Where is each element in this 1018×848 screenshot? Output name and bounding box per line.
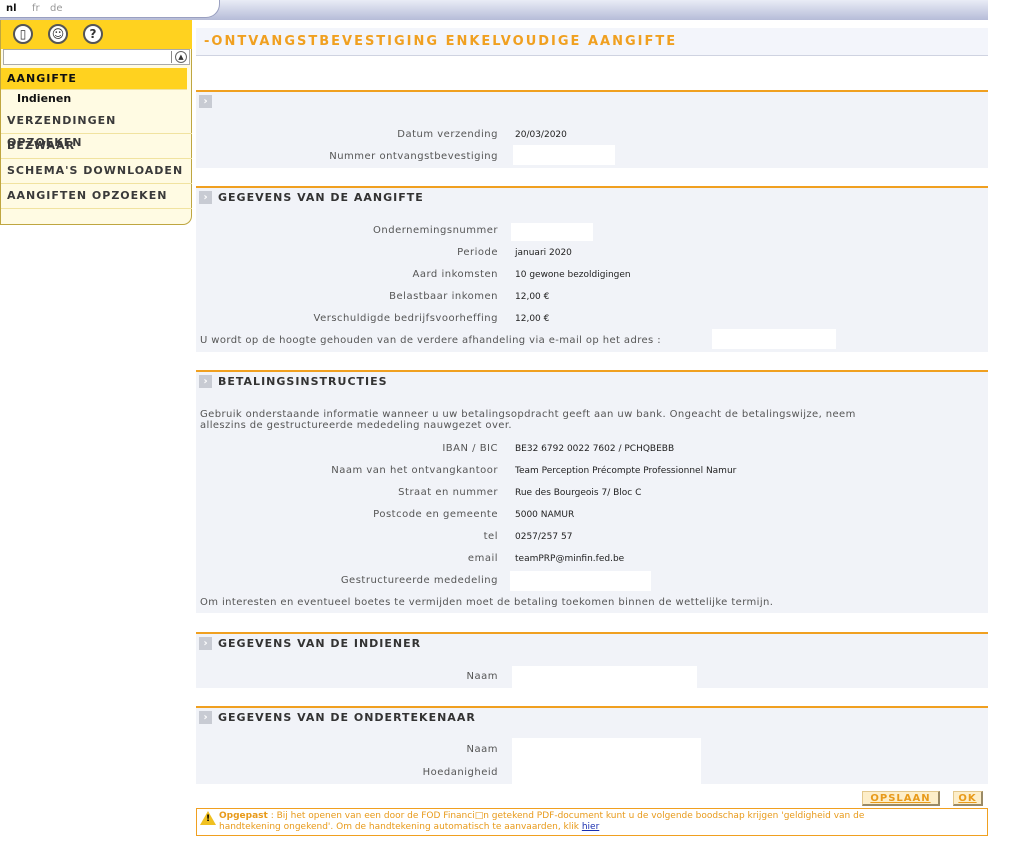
warning-line2: handtekening ongekend'. Om de handtekeni…: [219, 822, 864, 833]
postcode-gemeente-label: Postcode en gemeente: [373, 509, 498, 520]
ondertekenaar-hoedanigheid-label: Hoedanigheid: [422, 767, 498, 778]
belastbaar-inkomen-label: Belastbaar inkomen: [389, 291, 498, 302]
email-value: teamPRP@minfin.fed.be: [515, 554, 625, 564]
page-title-bar: -ONTVANGSTBEVESTIGING ENKELVOUDIGE AANGI…: [196, 28, 988, 56]
sidebar: ▯ ☺ ? ▲ AANGIFTE Indienen VERZENDINGEN O…: [0, 20, 192, 225]
section-title-aangifte: GEGEVENS VAN DE AANGIFTE: [218, 191, 424, 204]
ontvangkantoor-label: Naam van het ontvangkantoor: [331, 465, 498, 476]
ondertekenaar-naam-label: Naam: [466, 744, 498, 755]
section-arrow-icon[interactable]: ›: [199, 191, 212, 204]
warning-link-hier[interactable]: hier: [582, 822, 599, 832]
belastbaar-inkomen-value: 12,00 €: [515, 292, 550, 302]
warning-text1: : Bij het openen van een door de FOD Fin…: [267, 811, 865, 821]
aard-inkomsten-value: 10 gewone bezoldigingen: [515, 270, 631, 280]
datum-verzending-label: Datum verzending: [397, 129, 498, 140]
sidebar-item-verzendingen-opzoeken[interactable]: VERZENDINGEN OPZOEKEN: [1, 110, 192, 149]
language-selector: nl fr de: [0, 0, 220, 18]
section-arrow-icon[interactable]: ›: [199, 711, 212, 724]
email-label: email: [467, 553, 498, 564]
section-title-betalingsinstructies: BETALINGSINSTRUCTIES: [218, 375, 388, 388]
ondernemingsnummer-label: Ondernemingsnummer: [373, 225, 498, 236]
sidebar-item-indienen[interactable]: Indienen: [17, 92, 71, 105]
warning-line1: Opgepast : Bij het openen van een door d…: [219, 811, 864, 822]
betaling-termijn-note: Om interesten en eventueel boetes te ver…: [200, 597, 774, 608]
collapse-up-icon[interactable]: ▲: [175, 51, 187, 63]
sidebar-item-aangiften-opzoeken[interactable]: AANGIFTEN OPZOEKEN: [1, 185, 192, 209]
sidebar-item-bezwaar[interactable]: BEZWAAR: [1, 135, 192, 159]
indiener-naam-value: [512, 666, 697, 688]
warning-box: ! Opgepast : Bij het openen van een door…: [196, 808, 988, 836]
sidebar-search-field[interactable]: ▲: [3, 49, 190, 65]
logout-door-icon[interactable]: ▯: [13, 24, 33, 44]
language-nl[interactable]: nl: [6, 3, 17, 14]
email-address-value: [712, 329, 836, 349]
betaling-intro-line2: alleszins de gestructureerde mededeling …: [200, 420, 512, 431]
gestructureerde-mededeling-value: [510, 571, 651, 591]
tel-label: tel: [483, 531, 498, 542]
save-button[interactable]: OPSLAAN: [862, 791, 940, 806]
iban-bic-value: BE32 6792 0022 7602 / PCHQBEBB: [515, 444, 675, 454]
section-title-ondertekenaar: GEGEVENS VAN DE ONDERTEKENAAR: [218, 711, 476, 724]
tel-value: 0257/257 57: [515, 532, 573, 542]
sidebar-item-aangifte[interactable]: AANGIFTE: [1, 68, 187, 90]
warning-bold: Opgepast: [219, 811, 268, 821]
nummer-ontvangstbevestiging-label: Nummer ontvangstbevestiging: [329, 151, 498, 162]
help-icon[interactable]: ?: [83, 24, 103, 44]
betaling-intro-line1: Gebruik onderstaande informatie wanneer …: [200, 409, 856, 420]
datum-verzending-value: 20/03/2020: [515, 130, 567, 140]
sidebar-icon-bar: ▯ ☺ ?: [1, 20, 192, 49]
email-notification-text: U wordt op de hoogte gehouden van de ver…: [200, 335, 662, 346]
section-arrow-icon[interactable]: ›: [199, 637, 212, 650]
periode-label: Periode: [457, 247, 498, 258]
user-profile-icon[interactable]: ☺: [48, 24, 68, 44]
search-divider: [171, 51, 172, 63]
section-title-indiener: GEGEVENS VAN DE INDIENER: [218, 637, 422, 650]
gestructureerde-mededeling-label: Gestructureerde mededeling: [340, 575, 498, 586]
section-arrow-icon[interactable]: ›: [199, 375, 212, 388]
nummer-ontvangstbevestiging-value: [513, 145, 615, 165]
language-de[interactable]: de: [50, 3, 63, 14]
language-fr[interactable]: fr: [32, 3, 40, 14]
top-bar: nl fr de: [0, 0, 988, 20]
periode-value: januari 2020: [515, 248, 572, 258]
straat-nummer-value: Rue des Bourgeois 7/ Bloc C: [515, 488, 642, 498]
postcode-gemeente-value: 5000 NAMUR: [515, 510, 575, 520]
warning-text2: handtekening ongekend'. Om de handtekeni…: [219, 822, 582, 832]
verschuldigde-bedrijfsvoorheffing-value: 12,00 €: [515, 314, 550, 324]
ontvangkantoor-value: Team Perception Précompte Professionnel …: [515, 466, 737, 476]
ondertekenaar-fields-value: [512, 738, 701, 784]
ok-button[interactable]: OK: [953, 791, 983, 806]
straat-nummer-label: Straat en nummer: [398, 487, 498, 498]
indiener-naam-label: Naam: [466, 671, 498, 682]
warning-text: Opgepast : Bij het openen van een door d…: [219, 811, 864, 833]
page-title: -ONTVANGSTBEVESTIGING ENKELVOUDIGE AANGI…: [204, 34, 678, 49]
verschuldigde-bedrijfsvoorheffing-label: Verschuldigde bedrijfsvoorheffing: [313, 313, 498, 324]
sidebar-item-schemas-downloaden[interactable]: SCHEMA'S DOWNLOADEN: [1, 160, 192, 184]
iban-bic-label: IBAN / BIC: [442, 443, 498, 454]
warning-icon: !: [200, 811, 216, 825]
ondernemingsnummer-value: [511, 223, 593, 241]
aard-inkomsten-label: Aard inkomsten: [412, 269, 498, 280]
section-arrow-icon[interactable]: ›: [199, 95, 212, 108]
